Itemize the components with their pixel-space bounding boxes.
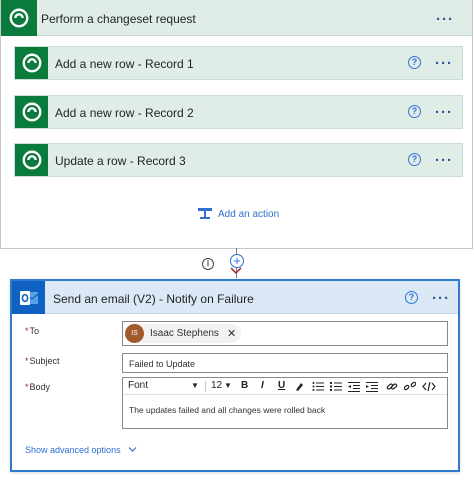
numbered-list-icon[interactable] (330, 381, 342, 392)
bulleted-list-icon[interactable] (312, 381, 324, 392)
recipient-name: Isaac Stephens (150, 328, 219, 339)
more-ellipsis-icon[interactable]: ··· (435, 153, 453, 168)
body-label: *Body (25, 382, 51, 392)
underline-button[interactable]: U (278, 380, 285, 391)
link-icon[interactable] (386, 381, 398, 392)
send-email-card: Send an email (V2) - Notify on Failure ?… (10, 279, 460, 472)
dataverse-icon (1, 0, 37, 36)
scope-more-icon[interactable]: ··· (436, 12, 454, 27)
italic-button[interactable]: I (261, 380, 264, 391)
help-circle-icon[interactable]: ? (408, 105, 421, 118)
increase-indent-icon[interactable] (366, 381, 378, 392)
highlight-icon[interactable] (294, 381, 304, 392)
remove-recipient-icon[interactable]: ✕ (227, 327, 236, 340)
show-advanced-options-link[interactable]: Show advanced options (25, 445, 137, 455)
action-title: Add a new row - Record 1 (55, 57, 194, 71)
info-icon[interactable]: i (202, 258, 214, 270)
to-label: *To (25, 326, 40, 336)
help-circle-icon[interactable]: ? (408, 56, 421, 69)
more-ellipsis-icon[interactable]: ··· (435, 56, 453, 71)
dataverse-icon (15, 47, 48, 79)
decrease-indent-icon[interactable] (348, 381, 360, 392)
code-view-icon[interactable] (422, 381, 436, 392)
add-action-button[interactable]: Add an action (197, 207, 279, 221)
action-title: Add a new row - Record 2 (55, 106, 194, 120)
to-field[interactable]: IS Isaac Stephens ✕ (122, 321, 448, 346)
unlink-icon[interactable] (404, 381, 416, 392)
chevron-down-icon (128, 447, 137, 452)
dataverse-icon (15, 96, 48, 128)
font-dropdown-icon[interactable]: ▼ (191, 381, 199, 390)
size-select[interactable]: 12 (211, 380, 222, 391)
add-action-label: Add an action (218, 208, 280, 220)
scope-header[interactable]: Perform a changeset request ··· (1, 0, 472, 36)
dataverse-icon (15, 144, 48, 176)
font-select[interactable]: Font (128, 380, 148, 391)
action-card-record-1[interactable]: Add a new row - Record 1 ? ··· (14, 46, 463, 80)
more-ellipsis-icon[interactable]: ··· (435, 105, 453, 120)
scope-title: Perform a changeset request (41, 12, 196, 26)
subject-label: *Subject (25, 356, 60, 366)
size-dropdown-icon[interactable]: ▼ (224, 381, 232, 390)
help-circle-icon[interactable]: ? (408, 153, 421, 166)
changeset-scope: Perform a changeset request ··· Add a ne… (0, 0, 473, 249)
help-circle-icon[interactable]: ? (405, 291, 418, 304)
more-ellipsis-icon[interactable]: ··· (432, 291, 450, 306)
recipient-token[interactable]: IS Isaac Stephens ✕ (125, 324, 241, 343)
subject-field[interactable]: Failed to Update (122, 353, 448, 373)
body-text[interactable]: The updates failed and all changes were … (129, 405, 325, 415)
email-header[interactable]: Send an email (V2) - Notify on Failure ?… (12, 281, 458, 314)
action-card-record-3[interactable]: Update a row - Record 3 ? ··· (14, 143, 463, 177)
body-toolbar: Font ▼ 12 ▼ B I U (123, 378, 447, 395)
action-card-record-2[interactable]: Add a new row - Record 2 ? ··· (14, 95, 463, 129)
action-title: Update a row - Record 3 (55, 154, 186, 168)
body-editor[interactable]: Font ▼ 12 ▼ B I U The updates failed and… (122, 377, 448, 429)
bold-button[interactable]: B (241, 380, 248, 391)
outlook-icon (12, 281, 45, 314)
add-action-icon (198, 208, 212, 219)
avatar: IS (125, 324, 144, 343)
arrow-down-icon (230, 267, 242, 275)
email-title: Send an email (V2) - Notify on Failure (53, 292, 254, 306)
